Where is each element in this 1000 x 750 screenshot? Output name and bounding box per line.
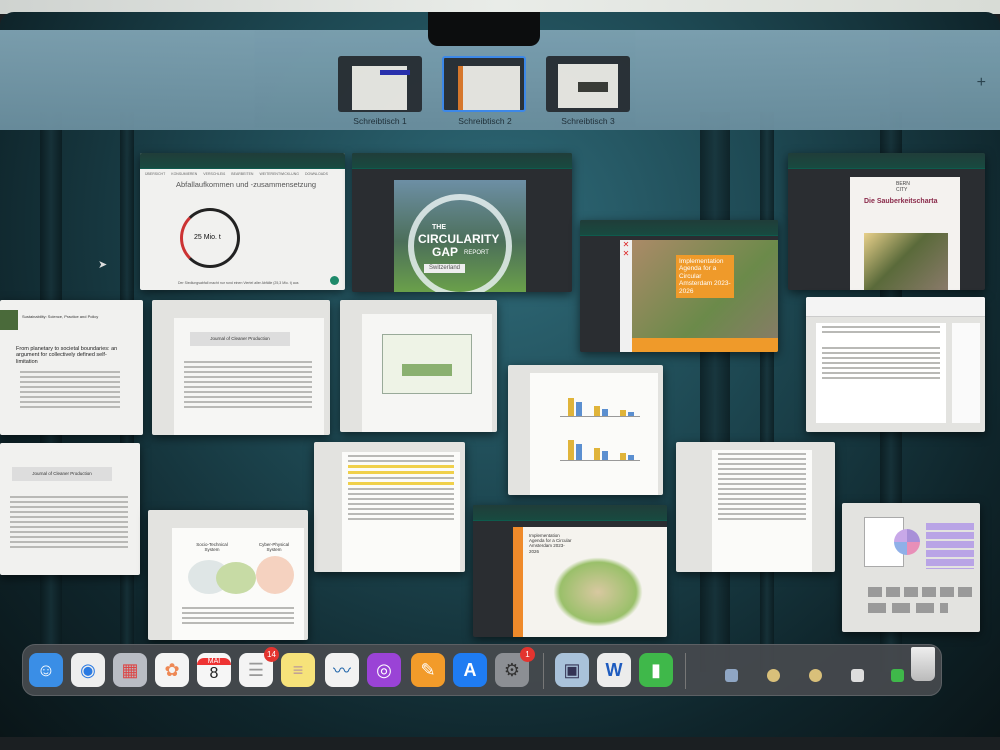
calendar-month: MAI (197, 657, 231, 665)
app-glyph: ✿ (164, 659, 180, 680)
site-nav: ÜBERSICHT KONSUMIEREN VERSCHLEIß BEARBEITEN… (140, 169, 345, 179)
window-circularity-gap-report[interactable]: THE CIRCULARITY GAP REPORT Switzerland (352, 153, 572, 292)
window-slide-diagram[interactable] (842, 503, 980, 632)
dock: ☺ ◉ ▦ ✿ MAI 8 ☰ 14 ≡ 〰 ◎ ✎ A ⚙ 1 ▣ W ▮ (22, 644, 942, 696)
window-bar-chart-document[interactable] (508, 365, 663, 495)
cover-title: GAP (432, 245, 459, 259)
camera-notch (428, 12, 540, 46)
pages-icon[interactable]: ✎ (411, 653, 445, 687)
chrome-icon[interactable]: ◉ (71, 653, 105, 687)
space-label[interactable]: Schreibtisch 1 (325, 116, 435, 126)
numbers-icon[interactable]: ▮ (639, 653, 673, 687)
cover-title: THE (432, 224, 446, 231)
minimized-numbers-icon[interactable] (891, 669, 904, 682)
finder-icon[interactable]: ☺ (29, 653, 63, 687)
space-label[interactable]: Schreibtisch 2 (430, 116, 540, 126)
illustration (553, 557, 643, 627)
journal-name: Sustainability: Science, Practice and Po… (22, 314, 99, 319)
app-glyph: ⚙ (503, 659, 521, 680)
cover-country: Switzerland (424, 264, 466, 273)
app-glyph: ✎ (420, 659, 436, 680)
space-label[interactable]: Schreibtisch 3 (533, 116, 643, 126)
window-jcp-paper-1[interactable]: Journal of Cleaner Production (152, 300, 330, 435)
window-waste-statistics[interactable]: ÜBERSICHT KONSUMIEREN VERSCHLEIß BEARBEITEN… (140, 153, 345, 290)
donut-center-value: 25 Mio. t (194, 234, 221, 241)
nav-item[interactable]: VERSCHLEIß (203, 172, 225, 176)
word-icon[interactable]: W (597, 653, 631, 687)
settings-icon[interactable]: ⚙ 1 (495, 647, 535, 687)
window-highlighted-paper[interactable] (314, 442, 465, 572)
document-title: Die Sauberkeitscharta (864, 198, 938, 205)
minimized-chrome-icon[interactable] (767, 669, 780, 682)
app-glyph: ◎ (376, 659, 392, 680)
freeform-icon[interactable]: 〰 (325, 653, 359, 687)
window-sustainability-paper[interactable]: Sustainability: Science, Practice and Po… (0, 300, 143, 435)
dock-separator (543, 653, 544, 689)
minimized-preview-icon[interactable] (725, 669, 738, 682)
trash-icon[interactable] (911, 647, 935, 681)
photos-icon[interactable]: ✿ (155, 653, 189, 687)
window-word-document[interactable] (806, 297, 985, 432)
article-title: From planetary to societal boundaries: a… (16, 346, 118, 365)
minimized-chrome-icon[interactable] (809, 669, 822, 682)
dock-separator (685, 653, 686, 689)
app-store-icon[interactable]: A (453, 653, 487, 687)
window-text-document[interactable] (676, 442, 835, 572)
nav-item[interactable]: BEARBEITEN (231, 172, 253, 176)
window-bern-sauberkeitscharta[interactable]: BERN CITY Die Sauberkeitscharta (788, 153, 985, 290)
cover-title: CIRCULARITY (418, 232, 500, 246)
space-thumbnail-2[interactable] (442, 56, 526, 112)
add-space-button[interactable]: + (977, 74, 986, 92)
notes-icon[interactable]: ≡ (281, 653, 315, 687)
window-amsterdam-agenda[interactable]: ✕ ✕ Implementation Agenda for a Circular … (580, 220, 778, 352)
nav-item[interactable]: WEITERENTWICKLUNG (259, 172, 298, 176)
space-thumbnail-3[interactable] (546, 56, 630, 112)
app-glyph: ≡ (292, 659, 304, 680)
journal-name: Journal of Cleaner Production (190, 332, 290, 346)
podcasts-icon[interactable]: ◎ (367, 653, 401, 687)
preview-icon[interactable]: ▣ (555, 653, 589, 687)
app-glyph: A (463, 659, 477, 680)
nav-item[interactable]: ÜBERSICHT (145, 172, 165, 176)
page-title: Abfallaufkommen und -zusammensetzung (176, 180, 317, 189)
chat-icon[interactable] (330, 276, 339, 285)
app-glyph: ☺ (36, 659, 56, 680)
app-glyph: ▦ (121, 659, 139, 680)
journal-name: Journal of Cleaner Production (12, 467, 112, 481)
app-glyph: W (605, 659, 623, 680)
notification-badge: 14 (264, 647, 279, 662)
cover-title: REPORT (464, 250, 489, 256)
window-flowchart-document[interactable] (340, 300, 497, 432)
window-jcp-paper-2[interactable]: Journal of Cleaner Production (0, 443, 140, 575)
app-glyph: ▣ (563, 659, 581, 680)
window-amsterdam-agenda-2[interactable]: Implementation Agenda for a Circular Ams… (473, 505, 667, 637)
app-glyph: ▮ (651, 659, 661, 680)
diagram-label: Socio-Technical System (196, 542, 228, 553)
cover-title: Implementation Agenda for a Circular Ams… (676, 255, 734, 299)
footer-text: Der Siedlungsabfall macht nur rund einen… (178, 281, 299, 285)
space-thumbnail-1[interactable] (338, 56, 422, 112)
app-glyph: ◉ (80, 659, 96, 680)
reminders-icon[interactable]: ☰ 14 (239, 647, 279, 687)
app-glyph: ☰ (247, 659, 265, 680)
nav-item[interactable]: DOWNLOADS (305, 172, 328, 176)
notification-badge: 1 (520, 647, 535, 662)
window-system-diagram[interactable]: Socio-Technical System Cyber-Physical Sy… (148, 510, 308, 640)
diagram-label: Cyber-Physical System (258, 542, 290, 553)
calendar-icon[interactable]: MAI 8 (197, 653, 231, 687)
cover-photo (864, 233, 948, 290)
minimized-reminders-icon[interactable] (851, 669, 864, 682)
calendar-day: 8 (209, 664, 219, 682)
mouse-cursor: ➤ (98, 259, 108, 271)
bern-logo: BERN CITY (896, 181, 910, 193)
app-glyph: 〰 (333, 661, 351, 681)
cover-title: Implementation Agenda for a Circular Ams… (529, 533, 572, 554)
nav-item[interactable]: KONSUMIEREN (171, 172, 197, 176)
launchpad-icon[interactable]: ▦ (113, 653, 147, 687)
